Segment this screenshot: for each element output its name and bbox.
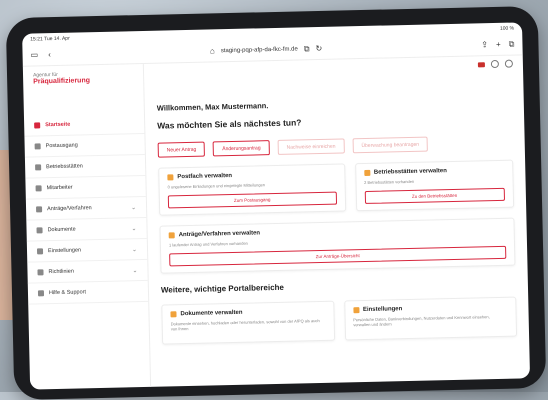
tablet-device: 15:21 Tue 14. Apr 100 % ▭ ‹ ⌂ staging-pq… bbox=[5, 6, 547, 400]
action-buttons: Neuer Antrag Änderungsantrag Nachweise e… bbox=[157, 135, 513, 158]
card-title: Dokumente verwalten bbox=[180, 309, 243, 318]
inbox-icon bbox=[34, 143, 41, 150]
card-title: Betriebsstätten verwalten bbox=[373, 168, 447, 176]
sidebar-item-label: Mitarbeiter bbox=[46, 184, 73, 192]
sidebar-item-label: Hilfe & Support bbox=[48, 289, 87, 297]
mail-icon bbox=[167, 174, 174, 181]
sidebar-item-betriebsstaetten[interactable]: Betriebsstätten bbox=[24, 154, 146, 179]
home-icon bbox=[34, 122, 41, 129]
card-title: Anträge/Verfahren verwalten bbox=[178, 230, 261, 239]
help-icon bbox=[37, 290, 45, 297]
logo-line2: Präqualifizierung bbox=[33, 77, 91, 86]
sidebar-item-label: Anträge/Verfahren bbox=[47, 205, 92, 213]
sidebar-item-hilfe[interactable]: Hilfe & Support bbox=[27, 280, 149, 305]
einstellungen-card: Einstellungen Persönliche Daten, Bankver… bbox=[343, 296, 518, 341]
sidebar-item-postausgang[interactable]: Postausgang bbox=[24, 133, 145, 158]
cards-row-2: Anträge/Verfahren verwalten 1 laufender … bbox=[159, 217, 516, 274]
document-icon bbox=[36, 206, 43, 213]
tabs-icon[interactable]: ⧉ bbox=[509, 40, 515, 49]
folder-icon bbox=[170, 311, 177, 318]
card-description: Persönliche Daten, Bankverbindungen, Nut… bbox=[353, 314, 490, 328]
welcome-heading: Willkommen, Max Mustermann. bbox=[156, 101, 269, 113]
sidebar-item-startseite[interactable]: Startseite bbox=[23, 112, 145, 137]
chevron-down-icon: ⌄ bbox=[132, 267, 138, 274]
user-icon bbox=[35, 185, 42, 192]
header-icons bbox=[477, 59, 513, 69]
sidebar-item-label: Dokumente bbox=[47, 226, 76, 234]
document-icon bbox=[168, 232, 175, 239]
card-description: Dokumente einsehen, hochladen oder herun… bbox=[170, 318, 320, 332]
cards-row-3: Dokumente verwalten Dokumente einsehen, … bbox=[161, 296, 518, 345]
sidebar-item-dokumente[interactable]: Dokumente ⌄ bbox=[26, 217, 147, 242]
sidebar-item-label: Betriebsstätten bbox=[46, 163, 83, 171]
new-application-button[interactable]: Neuer Antrag bbox=[157, 141, 206, 158]
sidebar-item-label: Einstellungen bbox=[47, 247, 82, 255]
help-icon[interactable] bbox=[490, 59, 499, 69]
postfach-card: Postfach verwalten 0 ungelesene Einladun… bbox=[158, 163, 346, 216]
chevron-down-icon: ⌄ bbox=[131, 246, 138, 253]
card-title: Postfach verwalten bbox=[177, 172, 233, 181]
submit-evidence-button[interactable]: Nachweise einreichen bbox=[277, 138, 345, 155]
change-application-button[interactable]: Änderungsantrag bbox=[213, 140, 270, 157]
status-day: Tue 14. Apr bbox=[43, 35, 70, 43]
sidebar: Agentur für Präqualifizierung Startseite… bbox=[22, 63, 152, 390]
antraege-card: Anträge/Verfahren verwalten 1 laufender … bbox=[159, 217, 516, 274]
tablet-screen: 15:21 Tue 14. Apr 100 % ▭ ‹ ⌂ staging-pq… bbox=[22, 22, 531, 390]
reader-icon[interactable]: ⧉ bbox=[304, 44, 310, 53]
language-flag-icon[interactable] bbox=[477, 61, 485, 67]
sidebar-item-label: Richtlinien bbox=[48, 268, 74, 276]
profile-icon[interactable] bbox=[504, 59, 513, 68]
battery-indicator: 100 % bbox=[499, 25, 515, 32]
sidebar-item-mitarbeiter[interactable]: Mitarbeiter bbox=[25, 175, 146, 200]
new-tab-icon[interactable]: + bbox=[496, 40, 501, 49]
page-settings-icon[interactable]: ⌂ bbox=[210, 46, 215, 55]
dokumente-card: Dokumente verwalten Dokumente einsehen, … bbox=[161, 300, 335, 345]
sidebar-item-label: Postausgang bbox=[45, 142, 78, 150]
status-time: 15:21 bbox=[30, 36, 43, 43]
sidebar-item-richtlinien[interactable]: Richtlinien ⌄ bbox=[27, 259, 148, 284]
cards-row-1: Postfach verwalten 0 ungelesene Einladun… bbox=[158, 159, 515, 216]
status-left: 15:21 Tue 14. Apr bbox=[30, 36, 70, 43]
chevron-down-icon: ⌄ bbox=[130, 204, 137, 211]
gear-icon bbox=[36, 248, 44, 255]
book-icon bbox=[37, 269, 44, 276]
card-description: 2 Betriebsstätten vorhanden bbox=[364, 178, 415, 185]
antraege-button[interactable]: Zur Anträge-Übersicht bbox=[169, 245, 507, 267]
logo[interactable]: Agentur für Präqualifizierung bbox=[23, 70, 143, 86]
card-description: 0 ungelesene Einladungen und eingelegte … bbox=[167, 182, 266, 190]
building-icon bbox=[363, 169, 370, 176]
gear-icon bbox=[352, 307, 360, 314]
question-heading: Was möchten Sie als nächstes tun? bbox=[157, 117, 302, 131]
sidebar-toggle-icon[interactable]: ▭ bbox=[30, 50, 38, 59]
sidebar-item-label: Startseite bbox=[45, 121, 71, 129]
postfach-button[interactable]: Zum Postausgang bbox=[167, 191, 337, 209]
card-title: Einstellungen bbox=[362, 306, 403, 314]
url-text[interactable]: staging-pqp-afp-da-fkc-fm.de bbox=[221, 46, 298, 54]
betrieb-button[interactable]: Zu den Betriebsstätten bbox=[364, 187, 506, 204]
reload-icon[interactable]: ↻ bbox=[315, 44, 322, 53]
main-content: Willkommen, Max Mustermann. Was möchten … bbox=[144, 55, 530, 388]
building-icon bbox=[35, 164, 42, 171]
sidebar-item-antraege[interactable]: Anträge/Verfahren ⌄ bbox=[25, 196, 147, 221]
chevron-down-icon: ⌄ bbox=[131, 225, 137, 232]
app-area: Agentur für Präqualifizierung Startseite… bbox=[22, 55, 530, 390]
share-icon[interactable]: ⇪ bbox=[481, 40, 488, 49]
section-heading: Weitere, wichtige Portalbereiche bbox=[160, 282, 285, 295]
sidebar-item-einstellungen[interactable]: Einstellungen ⌄ bbox=[26, 238, 148, 263]
request-monitoring-button[interactable]: Überwachung beantragen bbox=[352, 136, 429, 154]
folder-icon bbox=[36, 227, 43, 234]
betrieb-card: Betriebsstätten verwalten 2 Betriebsstät… bbox=[354, 159, 515, 212]
